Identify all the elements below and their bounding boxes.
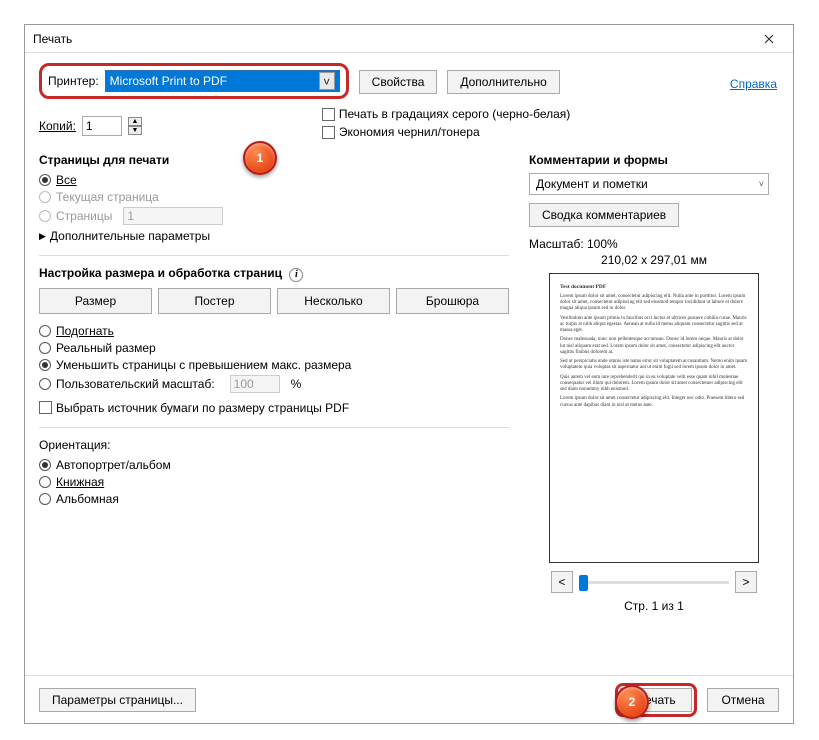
- close-icon: [764, 34, 774, 44]
- help-link[interactable]: Справка: [730, 77, 777, 91]
- preview-next-button[interactable]: >: [735, 571, 757, 593]
- checkbox-box: [39, 401, 52, 414]
- preview-doc-title: Test document PDF: [560, 284, 748, 291]
- custom-scale-input[interactable]: [230, 375, 280, 393]
- printer-select[interactable]: Microsoft Print to PDF ˅: [105, 70, 340, 92]
- close-button[interactable]: [753, 27, 785, 51]
- sizing-heading: Настройка размера и обработка страниц i: [39, 266, 509, 282]
- titlebar: Печать: [25, 25, 793, 53]
- grayscale-checkbox[interactable]: Печать в градациях серого (черно-белая): [322, 107, 570, 121]
- cancel-button[interactable]: Отмена: [707, 688, 779, 712]
- annotation-badge-1: 1: [243, 141, 277, 175]
- preview-scale: Масштаб: 100%: [529, 237, 779, 251]
- preview-prev-button[interactable]: <: [551, 571, 573, 593]
- actual-radio[interactable]: Реальный размер: [39, 341, 509, 355]
- slider-thumb: [579, 575, 588, 591]
- pages-range-radio[interactable]: Страницы: [39, 207, 509, 225]
- chevron-right-icon: >: [742, 575, 749, 589]
- print-dialog: Печать Принтер: Microsoft Print to PDF ˅…: [24, 24, 794, 724]
- advanced-button[interactable]: Дополнительно: [447, 70, 559, 94]
- copies-spinner[interactable]: ▲ ▼: [128, 117, 142, 135]
- orientation-auto-radio[interactable]: Автопортрет/альбом: [39, 458, 509, 472]
- orientation-landscape-radio[interactable]: Альбомная: [39, 492, 509, 506]
- checkbox-box: [322, 126, 335, 139]
- triangle-right-icon: ▶: [39, 231, 46, 242]
- pages-current-radio[interactable]: Текущая страница: [39, 190, 509, 204]
- pages-more-expander[interactable]: ▶ Дополнительные параметры: [39, 229, 509, 243]
- comments-select[interactable]: Документ и пометки ˅: [529, 173, 769, 195]
- copies-row: Копий: ▲ ▼: [39, 116, 142, 136]
- dialog-title: Печать: [33, 32, 753, 46]
- tab-poster[interactable]: Постер: [158, 288, 271, 314]
- orientation-heading: Ориентация:: [39, 438, 509, 452]
- page-setup-button[interactable]: Параметры страницы...: [39, 688, 196, 712]
- fit-radio[interactable]: Подогнать: [39, 324, 509, 338]
- annotation-badge-2: 2: [615, 685, 649, 719]
- spinner-down-icon: ▼: [128, 126, 142, 135]
- info-icon[interactable]: i: [289, 268, 303, 282]
- preview-dimensions: 210,02 x 297,01 мм: [529, 253, 779, 267]
- printer-row-highlight: Принтер: Microsoft Print to PDF ˅: [39, 63, 349, 99]
- preview-slider[interactable]: [579, 581, 729, 584]
- tab-multiple[interactable]: Несколько: [277, 288, 390, 314]
- properties-button[interactable]: Свойства: [359, 70, 438, 94]
- checkbox-box: [322, 108, 335, 121]
- chevron-down-icon: ˅: [759, 179, 764, 189]
- tab-booklet[interactable]: Брошюра: [396, 288, 509, 314]
- pages-range-input[interactable]: [123, 207, 223, 225]
- copies-input[interactable]: [82, 116, 122, 136]
- page-counter: Стр. 1 из 1: [529, 599, 779, 613]
- preview-page: Test document PDF Lorem ipsum dolor sit …: [549, 273, 759, 563]
- comments-heading: Комментарии и формы: [529, 153, 779, 167]
- pages-all-radio[interactable]: Все: [39, 173, 509, 187]
- printer-selected-value: Microsoft Print to PDF: [110, 74, 227, 88]
- shrink-radio[interactable]: Уменьшить страницы с превышением макс. р…: [39, 358, 509, 372]
- bottom-bar: Параметры страницы... Печать Отмена: [25, 675, 793, 723]
- save-ink-checkbox[interactable]: Экономия чернил/тонера: [322, 125, 570, 139]
- tab-size[interactable]: Размер: [39, 288, 152, 314]
- chevron-down-icon: ˅: [319, 72, 335, 90]
- comments-summary-button[interactable]: Сводка комментариев: [529, 203, 679, 227]
- copies-label: Копий:: [39, 119, 76, 133]
- custom-scale-radio[interactable]: Пользовательский масштаб: %: [39, 375, 509, 393]
- paper-source-checkbox[interactable]: Выбрать источник бумаги по размеру стран…: [39, 401, 509, 415]
- orientation-portrait-radio[interactable]: Книжная: [39, 475, 509, 489]
- chevron-left-icon: <: [558, 575, 565, 589]
- spinner-up-icon: ▲: [128, 117, 142, 126]
- printer-label: Принтер:: [48, 74, 99, 88]
